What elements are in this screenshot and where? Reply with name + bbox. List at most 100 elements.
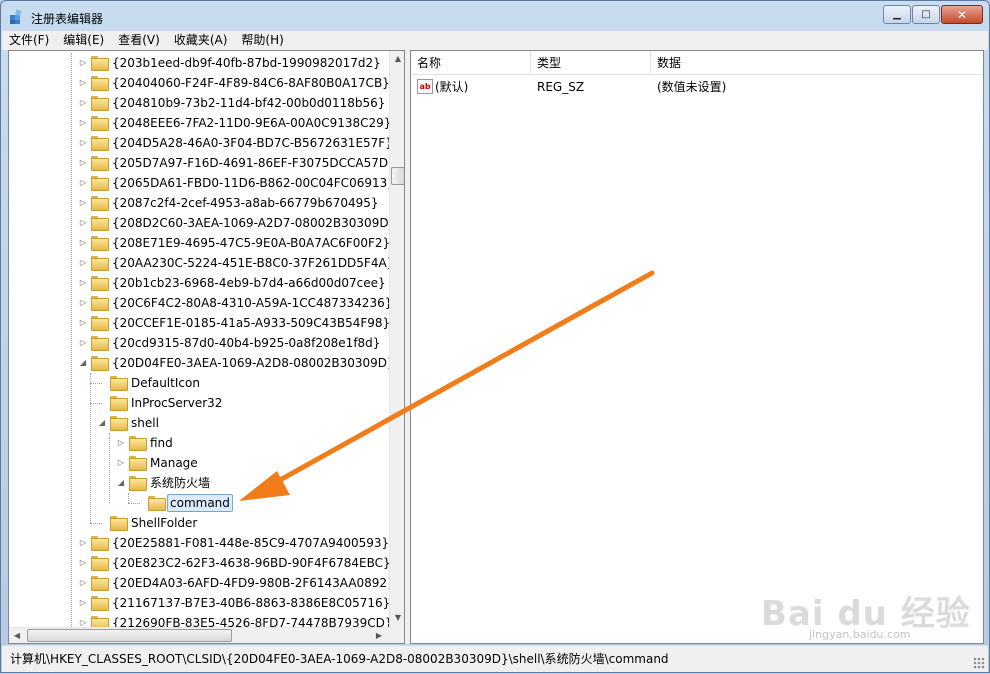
tree-row[interactable]: ▷ {208D2C60-3AEA-1069-A2D7-08002B30309D}	[9, 213, 396, 233]
collapsed-triangle-icon[interactable]: ▷	[79, 299, 87, 307]
collapsed-triangle-icon[interactable]: ▷	[79, 599, 87, 607]
key-label[interactable]: find	[148, 435, 175, 451]
key-label[interactable]: {20E25881-F081-448e-85C9-4707A9400593}	[110, 535, 391, 551]
collapsed-triangle-icon[interactable]: ▷	[79, 219, 87, 227]
value-row[interactable]: ab (默认) REG_SZ (数值未设置)	[411, 77, 983, 97]
menu-favorites[interactable]: 收藏夹(A)	[167, 31, 235, 50]
tree-row[interactable]: ShellFolder	[9, 513, 389, 533]
tree-horizontal-scroll-thumb[interactable]	[27, 629, 232, 642]
key-label[interactable]: {2048EEE6-7FA2-11D0-9E6A-00A0C9138C29}	[110, 115, 393, 131]
key-label[interactable]: {20CCEF1E-0185-41a5-A933-509C43B54F98}	[110, 315, 392, 331]
key-label[interactable]: {2087c2f4-2cef-4953-a8ab-66779b670495}	[110, 195, 381, 211]
collapsed-triangle-icon[interactable]: ▷	[79, 179, 87, 187]
selected-key-label[interactable]: command	[167, 494, 233, 512]
key-label[interactable]: {2065DA61-FBD0-11D6-B862-00C04FC06913}	[110, 175, 397, 191]
tree-row[interactable]: ▷ {20cd9315-87d0-40b4-b925-0a8f208e1f8d}	[9, 333, 389, 353]
collapsed-triangle-icon[interactable]: ▷	[79, 539, 87, 547]
tree-row[interactable]: ◢ {20D04FE0-3AEA-1069-A2D8-08002B30309D}	[9, 353, 395, 373]
key-label[interactable]: {20D04FE0-3AEA-1069-A2D8-08002B30309D}	[110, 355, 397, 371]
collapsed-triangle-icon[interactable]: ▷	[79, 319, 87, 327]
key-label[interactable]: {208E71E9-4695-47C5-9E0A-B0A7AC6F00F2}	[110, 235, 392, 251]
minimize-button[interactable]: ▁	[883, 5, 911, 24]
expanded-triangle-icon[interactable]: ◢	[79, 359, 87, 367]
key-label[interactable]: {20cd9315-87d0-40b4-b925-0a8f208e1f8d}	[110, 335, 382, 351]
collapsed-triangle-icon[interactable]: ▷	[79, 59, 87, 67]
key-label[interactable]: {20AA230C-5224-451E-B8C0-37F261DD5F4A}	[110, 255, 396, 271]
key-label[interactable]: {21167137-B7E3-40B6-8863-8386E8C05716}	[110, 595, 392, 611]
key-label[interactable]: shell	[129, 415, 161, 431]
key-label[interactable]: {203b1eed-db9f-40fb-87bd-1990982017d2}	[110, 55, 383, 71]
scroll-up-icon[interactable]: ▲	[390, 54, 404, 63]
collapsed-triangle-icon[interactable]: ▷	[79, 279, 87, 287]
collapsed-triangle-icon[interactable]: ▷	[79, 239, 87, 247]
collapsed-triangle-icon[interactable]: ▷	[79, 159, 87, 167]
column-header-type[interactable]: 类型	[531, 51, 651, 75]
tree-row[interactable]: ▷ {204D5A28-46A0-3F04-BD7C-B5672631E57F}	[9, 133, 393, 153]
tree-row[interactable]: ▷ {20E25881-F081-448e-85C9-4707A9400593}	[9, 533, 389, 553]
tree-row[interactable]: ▷ {20C6F4C2-80A8-4310-A59A-1CC487334236}	[9, 293, 392, 313]
collapsed-triangle-icon[interactable]: ▷	[117, 459, 125, 467]
tree-row[interactable]: ▷ {20E823C2-62F3-4638-96BD-90F4F6784EBC}	[9, 553, 391, 573]
tree-vertical-scroll-thumb[interactable]	[391, 167, 404, 185]
tree-row[interactable]: ◢ 系统防火墙	[9, 473, 389, 493]
scroll-left-icon[interactable]: ◀	[9, 631, 25, 640]
key-label[interactable]: {204D5A28-46A0-3F04-BD7C-B5672631E57F}	[110, 135, 395, 151]
key-label[interactable]: DefaultIcon	[129, 375, 202, 391]
collapsed-triangle-icon[interactable]: ▷	[79, 339, 87, 347]
collapsed-triangle-icon[interactable]: ▷	[79, 79, 87, 87]
collapsed-triangle-icon[interactable]: ▷	[117, 439, 125, 447]
menu-edit[interactable]: 编辑(E)	[56, 31, 111, 50]
tree-row[interactable]: command	[9, 493, 389, 513]
collapsed-triangle-icon[interactable]: ▷	[79, 119, 87, 127]
expanded-triangle-icon[interactable]: ◢	[98, 419, 106, 427]
tree-row[interactable]: ◢ shell	[9, 413, 389, 433]
key-label[interactable]: {205D7A97-F16D-4691-86EF-F3075DCCA57D}	[110, 155, 398, 171]
maximize-button[interactable]: □	[912, 5, 940, 24]
tree-vertical-scrollbar[interactable]: ▲ ▼	[389, 51, 404, 627]
column-header-data[interactable]: 数据	[651, 51, 981, 75]
collapsed-triangle-icon[interactable]: ▷	[79, 619, 87, 627]
tree-row[interactable]: ▷ {20ED4A03-6AFD-4FD9-980B-2F6143AA0892}	[9, 573, 395, 593]
values-list-pane[interactable]: 名称 类型 数据 ab (默认) REG_SZ (数值未设置)	[410, 50, 984, 644]
tree-row[interactable]: ▷ {20404060-F24F-4F89-84C6-8AF80B0A17CB}	[9, 73, 392, 93]
resize-grip-icon[interactable]	[973, 657, 985, 669]
tree-row[interactable]: ▷ {205D7A97-F16D-4691-86EF-F3075DCCA57D}	[9, 153, 396, 173]
scroll-right-icon[interactable]: ▶	[371, 631, 387, 640]
tree-row[interactable]: ▷ {21167137-B7E3-40B6-8863-8386E8C05716}	[9, 593, 392, 613]
menu-file[interactable]: 文件(F)	[2, 31, 56, 50]
tree-row[interactable]: ▷ {20CCEF1E-0185-41a5-A933-509C43B54F98}	[9, 313, 392, 333]
collapsed-triangle-icon[interactable]: ▷	[79, 559, 87, 567]
collapsed-triangle-icon[interactable]: ▷	[79, 259, 87, 267]
tree-row[interactable]: ▷ {2065DA61-FBD0-11D6-B862-00C04FC06913}	[9, 173, 395, 193]
tree-row[interactable]: ▷ {2048EEE6-7FA2-11D0-9E6A-00A0C9138C29}	[9, 113, 391, 133]
key-label[interactable]: {20b1cb23-6968-4eb9-b7d4-a66d00d07cee}	[110, 275, 388, 291]
key-label[interactable]: {20C6F4C2-80A8-4310-A59A-1CC487334236}	[110, 295, 394, 311]
tree-row[interactable]: ▷ {20AA230C-5224-451E-B8C0-37F261DD5F4A}	[9, 253, 394, 273]
menu-help[interactable]: 帮助(H)	[234, 31, 290, 50]
scroll-down-icon[interactable]: ▼	[390, 613, 404, 622]
tree-row[interactable]: DefaultIcon	[9, 373, 389, 393]
tree-row[interactable]: ▷ find	[9, 433, 389, 453]
key-label[interactable]: {20ED4A03-6AFD-4FD9-980B-2F6143AA0892}	[110, 575, 397, 591]
collapsed-triangle-icon[interactable]: ▷	[79, 139, 87, 147]
key-tree-pane[interactable]: ▷ {203b1eed-db9f-40fb-87bd-1990982017d2} ▷…	[8, 50, 405, 644]
key-label[interactable]: 系统防火墙	[148, 475, 212, 491]
key-label[interactable]: InProcServer32	[129, 395, 224, 411]
collapsed-triangle-icon[interactable]: ▷	[79, 199, 87, 207]
collapsed-triangle-icon[interactable]: ▷	[79, 99, 87, 107]
tree-row[interactable]: ▷ {2087c2f4-2cef-4953-a8ab-66779b670495}	[9, 193, 389, 213]
expanded-triangle-icon[interactable]: ◢	[117, 479, 125, 487]
tree-row[interactable]: InProcServer32	[9, 393, 389, 413]
tree-row[interactable]: ▷ Manage	[9, 453, 389, 473]
title-bar[interactable]: 注册表编辑器 ▁ □ ✕	[1, 1, 989, 31]
key-label[interactable]: ShellFolder	[129, 515, 199, 531]
key-label[interactable]: {204810b9-73b2-11d4-bf42-00b0d0118b56}	[110, 95, 387, 111]
collapsed-triangle-icon[interactable]: ▷	[79, 579, 87, 587]
tree-row[interactable]: ▷ {203b1eed-db9f-40fb-87bd-1990982017d2}	[9, 53, 389, 73]
column-header-name[interactable]: 名称	[411, 51, 531, 75]
tree-row[interactable]: ▷ {20b1cb23-6968-4eb9-b7d4-a66d00d07cee}	[9, 273, 389, 293]
key-label[interactable]: {20404060-F24F-4F89-84C6-8AF80B0A17CB}	[110, 75, 392, 91]
tree-row[interactable]: ▷ {208E71E9-4695-47C5-9E0A-B0A7AC6F00F2}	[9, 233, 392, 253]
key-label[interactable]: Manage	[148, 455, 200, 471]
key-label[interactable]: {208D2C60-3AEA-1069-A2D7-08002B30309D}	[110, 215, 398, 231]
